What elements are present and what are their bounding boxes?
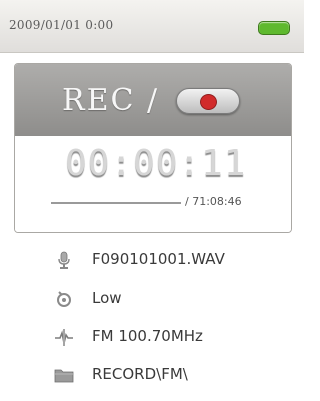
record-dot-icon <box>200 94 217 110</box>
record-button[interactable] <box>176 88 240 114</box>
recording-panel: REC / 00:00:11 / 71:08:46 <box>14 63 292 233</box>
folder-path: RECORD\FM\ <box>92 365 188 383</box>
recording-header: REC / <box>15 64 291 136</box>
rec-label: REC / <box>62 83 160 118</box>
fm-antenna-icon <box>55 329 73 346</box>
quality-icon <box>57 291 71 307</box>
battery-icon <box>258 21 290 35</box>
date-time: 2009/01/01 0:00 <box>9 18 114 32</box>
info-row-filename: F090101001.WAV <box>0 243 304 275</box>
info-row-source: FM 100.70MHz <box>0 320 304 352</box>
info-row-folder: RECORD\FM\ <box>0 358 304 390</box>
microphone-icon <box>58 251 70 269</box>
source-frequency: FM 100.70MHz <box>92 327 203 345</box>
filename: F090101001.WAV <box>92 250 225 268</box>
status-bar: 2009/01/01 0:00 <box>0 0 304 53</box>
quality-value: Low <box>92 289 122 307</box>
timer-area: 00:00:11 / 71:08:46 <box>15 136 291 232</box>
total-time: / 71:08:46 <box>185 195 242 208</box>
recording-progress-bar <box>51 202 181 204</box>
folder-icon <box>54 369 74 383</box>
elapsed-time: 00:00:11 <box>65 143 247 184</box>
recorder-screen: 2009/01/01 0:00 REC / 00:00:11 / 71:08:4… <box>0 0 304 401</box>
info-row-quality: Low <box>0 282 304 314</box>
